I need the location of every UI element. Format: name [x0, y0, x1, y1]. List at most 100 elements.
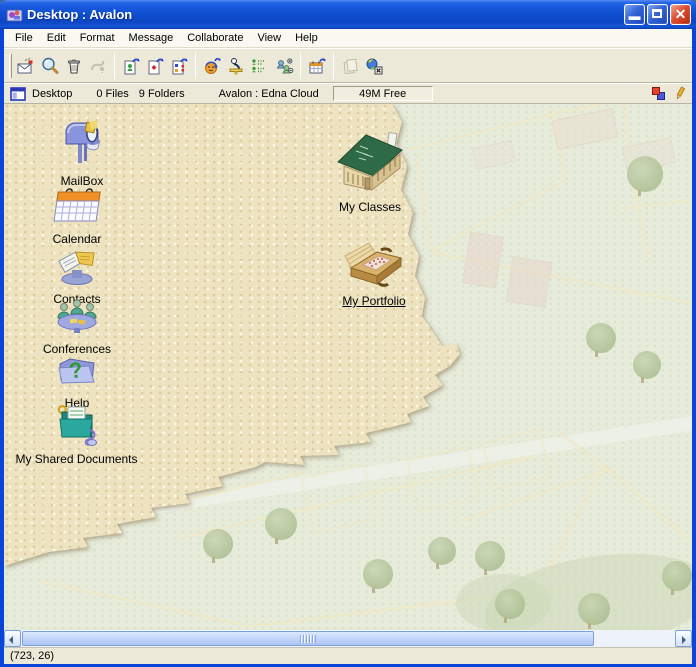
scroll-right-button[interactable] — [675, 630, 692, 647]
maximize-button[interactable] — [647, 4, 668, 25]
presentation-icon — [226, 56, 246, 76]
desktop-icon-my-classes[interactable]: My Classes — [314, 130, 426, 214]
help-folder-icon: ? — [56, 352, 98, 390]
menu-bar: File Edit Format Message Collaborate Vie… — [4, 29, 692, 48]
toolbar-grip[interactable] — [9, 54, 12, 78]
tree — [578, 593, 610, 625]
toolbar-separator — [300, 53, 301, 79]
map-path — [621, 198, 692, 210]
mailbox-icon — [57, 116, 107, 168]
parking-bay — [300, 463, 377, 534]
scroll-left-button[interactable] — [4, 630, 21, 647]
app-window: Desktop : Avalon ▬ ✕ File Edit Format Me… — [0, 0, 696, 667]
icon-label: My Classes — [314, 200, 426, 214]
scroll-track[interactable] — [21, 630, 675, 647]
tree — [363, 559, 393, 589]
search-button[interactable] — [38, 53, 62, 79]
container-icon — [10, 87, 26, 101]
instant-message-button[interactable] — [200, 53, 224, 79]
window-title: Desktop : Avalon — [27, 7, 624, 22]
icon-label: My Portfolio — [318, 294, 430, 308]
info-bar: Desktop 0 Files 9 Folders Avalon : Edna … — [4, 83, 692, 104]
folder-count: 9 Folders — [139, 88, 185, 100]
copy-button-disabled — [338, 53, 362, 79]
new-form-icon — [169, 56, 189, 76]
sync-icon — [364, 56, 384, 76]
tree — [203, 529, 233, 559]
desktop-icon-mailbox[interactable]: MailBox — [27, 116, 137, 188]
tree — [265, 508, 297, 540]
tree — [662, 561, 692, 591]
container-label: Desktop — [32, 88, 72, 100]
map-building — [462, 232, 504, 289]
menu-collaborate[interactable]: Collaborate — [180, 30, 250, 46]
desktop-icon-conferences[interactable]: Conferences — [22, 298, 132, 356]
instant-message-icon — [202, 56, 222, 76]
new-document-button[interactable] — [119, 53, 143, 79]
new-document-icon — [121, 56, 141, 76]
trash-icon — [64, 56, 84, 76]
new-calendar-event-icon — [307, 56, 327, 76]
map-building — [506, 256, 553, 308]
scroll-thumb[interactable] — [22, 631, 594, 646]
desktop-icon-my-portfolio[interactable]: My Portfolio — [318, 236, 430, 308]
new-message-button[interactable] — [14, 53, 38, 79]
scroll-thumb-grip — [300, 635, 316, 643]
desktop-icon-contacts[interactable]: Contacts — [22, 244, 132, 306]
horizontal-scrollbar — [4, 630, 692, 647]
map-building — [472, 140, 516, 170]
edit-pencil-icon[interactable] — [674, 86, 686, 101]
calendar-icon — [51, 186, 103, 226]
app-icon — [6, 6, 23, 23]
schoolhouse-icon — [334, 130, 406, 194]
copy-disabled-icon — [340, 56, 360, 76]
menu-view[interactable]: View — [250, 30, 288, 46]
toolbar — [4, 48, 692, 83]
layers-icon[interactable] — [652, 87, 666, 101]
minimize-button[interactable]: ▬ — [624, 4, 645, 25]
map-building — [552, 108, 619, 150]
sync-button[interactable] — [362, 53, 386, 79]
history-disabled-icon — [88, 56, 108, 76]
tree — [495, 589, 525, 619]
close-button[interactable]: ✕ — [670, 4, 691, 25]
contacts-icon — [53, 244, 101, 286]
map-path — [606, 467, 692, 548]
new-calendar-event-button[interactable] — [305, 53, 329, 79]
server-label: Avalon : Edna Cloud — [219, 88, 319, 100]
presentation-button[interactable] — [224, 53, 248, 79]
new-upload-icon — [145, 56, 165, 76]
directory-icon — [250, 56, 270, 76]
file-count: 0 Files — [96, 88, 128, 100]
desktop-icon-calendar[interactable]: Calendar — [22, 186, 132, 246]
directory-button[interactable] — [248, 53, 272, 79]
cursor-coordinates: (723, 26) — [10, 650, 54, 662]
tree — [633, 351, 661, 379]
portfolio-icon — [341, 236, 407, 288]
map-path — [39, 580, 250, 628]
menu-edit[interactable]: Edit — [40, 30, 73, 46]
delete-button[interactable] — [62, 53, 86, 79]
new-message-icon — [16, 56, 36, 76]
tree — [627, 156, 663, 192]
menu-format[interactable]: Format — [73, 30, 122, 46]
title-bar[interactable]: Desktop : Avalon ▬ ✕ — [0, 0, 696, 29]
conferences-icon — [54, 298, 100, 336]
toolbar-separator — [333, 53, 334, 79]
menu-file[interactable]: File — [8, 30, 40, 46]
permissions-icon — [274, 56, 294, 76]
menu-help[interactable]: Help — [288, 30, 325, 46]
icon-label: My Shared Documents — [4, 452, 149, 466]
free-space-indicator: 49M Free — [333, 86, 433, 101]
new-form-button[interactable] — [167, 53, 191, 79]
new-upload-button[interactable] — [143, 53, 167, 79]
permissions-button[interactable] — [272, 53, 296, 79]
status-bar: (723, 26) — [4, 647, 692, 664]
desktop-canvas[interactable]: MailBox Calendar — [4, 104, 692, 630]
menu-message[interactable]: Message — [122, 30, 181, 46]
toolbar-separator — [114, 53, 115, 79]
shared-documents-icon — [54, 400, 100, 446]
parking-bay — [482, 429, 552, 491]
desktop-icon-shared-documents[interactable]: My Shared Documents — [4, 400, 149, 466]
tree — [428, 537, 456, 565]
